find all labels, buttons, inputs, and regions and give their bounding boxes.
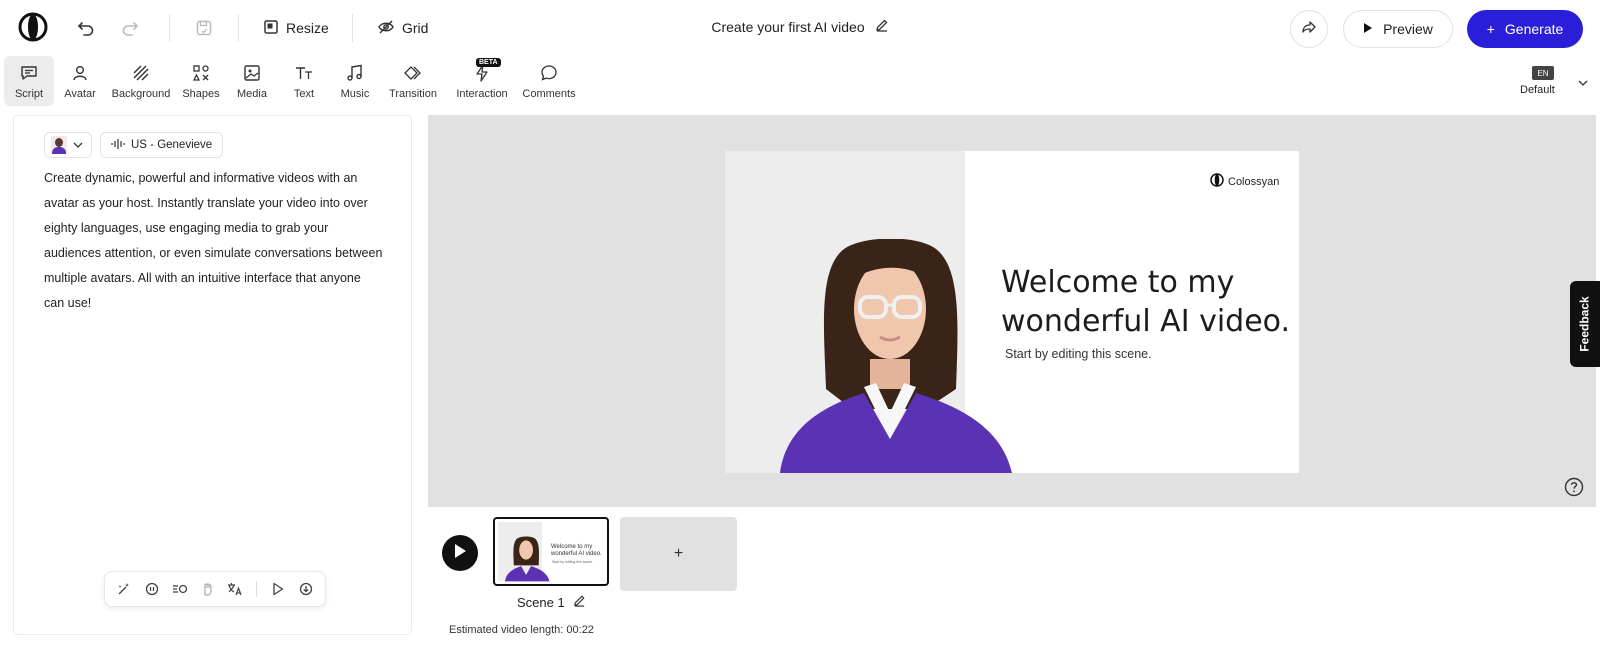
feedback-tab[interactable]: Feedback xyxy=(1570,281,1600,367)
pronunciation-icon[interactable] xyxy=(169,578,191,600)
tool-comments[interactable]: Comments xyxy=(518,56,580,106)
gesture-icon[interactable] xyxy=(197,578,219,600)
canvas-stage[interactable]: Colossyan Welcome to my wonderful AI vid… xyxy=(428,115,1596,507)
tool-label: Shapes xyxy=(182,88,220,100)
toolbar-divider xyxy=(169,14,170,42)
download-audio-icon[interactable] xyxy=(295,578,317,600)
avatar-selector[interactable] xyxy=(44,132,92,158)
tool-label: Avatar xyxy=(64,88,96,100)
comments-icon xyxy=(538,62,560,84)
tool-music[interactable]: Music xyxy=(330,56,380,106)
estimated-length: Estimated video length: 00:22 xyxy=(449,624,594,636)
pause-icon[interactable] xyxy=(141,578,163,600)
brand-name: Colossyan xyxy=(1228,175,1280,188)
redo-icon[interactable] xyxy=(116,14,144,42)
toolbar-divider xyxy=(352,14,353,42)
background-icon xyxy=(130,62,152,84)
script-toolbar xyxy=(104,571,326,607)
media-icon xyxy=(241,62,263,84)
resize-label: Resize xyxy=(286,20,329,36)
generate-button[interactable]: + Generate xyxy=(1467,10,1583,48)
plus-icon: + xyxy=(673,545,684,562)
thumbnail-subheading: Start by editing this scene. xyxy=(552,560,594,564)
chevron-down-icon xyxy=(1578,74,1588,92)
translate-icon[interactable] xyxy=(224,578,246,600)
tool-transition[interactable]: Transition xyxy=(380,56,446,106)
tool-script[interactable]: Script xyxy=(4,56,54,106)
scene-slide[interactable]: Colossyan Welcome to my wonderful AI vid… xyxy=(725,151,1299,473)
tool-label: Media xyxy=(237,88,267,100)
top-bar: Resize Grid Create your first AI video P… xyxy=(0,0,1600,56)
voice-waveform-icon xyxy=(111,138,125,153)
avatar-figure[interactable] xyxy=(780,239,1020,473)
language-label: Default xyxy=(1520,84,1555,96)
shapes-icon xyxy=(190,62,212,84)
script-icon xyxy=(18,62,40,84)
resize-icon xyxy=(264,19,278,37)
ai-assist-icon[interactable] xyxy=(113,578,135,600)
grid-button[interactable]: Grid xyxy=(378,14,428,42)
tool-media[interactable]: Media xyxy=(226,56,278,106)
chevron-down-icon xyxy=(73,136,83,154)
script-panel: US - Genevieve Create dynamic, powerful … xyxy=(13,115,412,635)
avatar-icon xyxy=(69,62,91,84)
tool-shapes[interactable]: Shapes xyxy=(176,56,226,106)
add-scene-button[interactable]: + xyxy=(620,517,737,591)
language-code-badge: EN xyxy=(1532,66,1554,80)
thumbnail-avatar xyxy=(505,536,550,582)
scene-name-label[interactable]: Scene 1 xyxy=(517,595,565,610)
script-textarea[interactable]: Create dynamic, powerful and informative… xyxy=(44,166,384,316)
voice-selector[interactable]: US - Genevieve xyxy=(100,132,224,158)
preview-label: Preview xyxy=(1383,21,1433,37)
share-button[interactable] xyxy=(1290,10,1328,48)
tool-label: Text xyxy=(293,88,315,100)
play-icon[interactable] xyxy=(267,578,289,600)
share-icon xyxy=(1301,19,1317,40)
grid-hidden-icon xyxy=(378,20,394,37)
play-video-button[interactable] xyxy=(442,535,478,571)
tool-text[interactable]: Text xyxy=(278,56,330,106)
play-icon xyxy=(1363,21,1373,37)
generate-label: Generate xyxy=(1504,21,1564,37)
music-icon xyxy=(344,62,366,84)
tool-avatar[interactable]: Avatar xyxy=(54,56,106,106)
tool-label: Transition xyxy=(389,88,437,100)
transition-icon xyxy=(402,62,424,84)
undo-icon[interactable] xyxy=(72,14,100,42)
tool-label: Script xyxy=(14,88,44,100)
tool-label: Comments xyxy=(522,88,576,100)
edit-title-icon[interactable] xyxy=(875,18,889,35)
tool-bar: Script Avatar Background Shapes Media Te… xyxy=(4,56,580,106)
help-icon[interactable] xyxy=(1564,477,1584,497)
language-selector[interactable]: EN Default xyxy=(1520,64,1588,100)
tool-label: Interaction xyxy=(456,88,508,100)
tool-label: Background xyxy=(111,88,171,100)
plus-icon: + xyxy=(1486,21,1495,37)
colossyan-logo-icon[interactable] xyxy=(18,12,48,42)
resize-button[interactable]: Resize xyxy=(264,14,329,42)
tool-background[interactable]: Background xyxy=(106,56,176,106)
brand-logo: Colossyan xyxy=(1210,173,1279,190)
play-icon xyxy=(453,543,467,564)
thumbnail-heading: Welcome to my wonderful AI video. xyxy=(551,544,602,557)
save-icon[interactable] xyxy=(190,14,218,42)
tool-label: Music xyxy=(340,88,370,100)
grid-label: Grid xyxy=(402,20,429,36)
colossyan-logo-icon xyxy=(1210,173,1224,190)
voice-label: US - Genevieve xyxy=(131,139,213,151)
edit-scene-name-icon[interactable] xyxy=(573,594,586,610)
project-title[interactable]: Create your first AI video xyxy=(711,19,864,35)
slide-heading[interactable]: Welcome to my wonderful AI video. xyxy=(1001,263,1291,341)
feedback-label: Feedback xyxy=(1578,296,1593,352)
toolbar-divider xyxy=(256,581,258,597)
toolbar-divider xyxy=(238,14,239,42)
beta-badge: BETA xyxy=(476,58,501,67)
scene-thumbnail[interactable]: Welcome to my wonderful AI video. Start … xyxy=(493,517,609,586)
text-icon xyxy=(293,62,315,84)
preview-button[interactable]: Preview xyxy=(1343,10,1453,48)
slide-subheading[interactable]: Start by editing this scene. xyxy=(1005,347,1152,361)
scene-name: Scene 1 xyxy=(517,594,586,610)
avatar-thumbnail xyxy=(51,136,67,154)
tool-interaction[interactable]: BETA Interaction xyxy=(446,56,518,106)
